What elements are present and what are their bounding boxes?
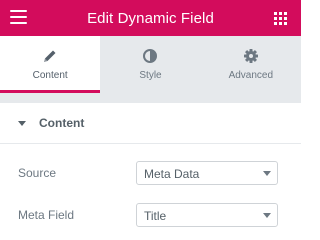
section-title: Content — [39, 116, 85, 130]
hamburger-icon[interactable] — [10, 10, 27, 24]
source-select-value: Meta Data — [144, 167, 200, 181]
source-label: Source — [18, 166, 57, 180]
meta-field-select-value: Title — [144, 209, 167, 223]
tab-content-label: Content — [32, 70, 68, 81]
meta-field-select[interactable]: Title — [136, 203, 278, 227]
gear-icon — [243, 49, 258, 63]
tab-style-label: Style — [139, 70, 162, 81]
meta-field-control: Meta Field Title — [0, 203, 301, 227]
grid-icon[interactable] — [274, 12, 287, 25]
tab-advanced[interactable]: Advanced — [200, 36, 301, 93]
source-select[interactable]: Meta Data — [136, 161, 278, 185]
source-control: Source Meta Data — [0, 161, 301, 185]
tab-style[interactable]: Style — [100, 36, 201, 93]
tab-content[interactable]: Content — [0, 36, 101, 93]
panel-title: Edit Dynamic Field — [87, 9, 214, 27]
section-controls: Source Meta Data Meta Field Title — [0, 144, 301, 237]
contrast-circle-icon — [143, 49, 158, 63]
panel-tabs: Content Style Advanced — [0, 36, 301, 93]
caret-down-icon — [18, 120, 26, 126]
pencil-icon — [44, 50, 56, 62]
tab-advanced-label: Advanced — [228, 70, 274, 81]
section-toggle-content[interactable]: Content — [0, 103, 301, 144]
panel-header: Edit Dynamic Field — [0, 0, 301, 36]
meta-field-label: Meta Field — [18, 208, 75, 222]
editor-panel: Edit Dynamic Field Content Style Advance… — [0, 0, 301, 237]
controls-area: Content Source Meta Data Meta Field Titl… — [0, 93, 301, 237]
dropdown-arrow-icon — [263, 213, 271, 218]
dropdown-arrow-icon — [263, 171, 271, 176]
